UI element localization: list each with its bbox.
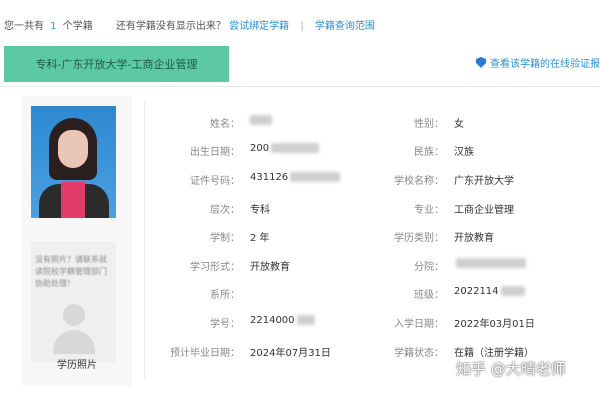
field-value-level: 专科 xyxy=(250,205,270,216)
watermark: 知乎 @大晴老师 xyxy=(456,360,566,378)
no-photo-message: 没有照片？请联系就读院校学籍管理部门协助处理！ xyxy=(35,255,107,288)
record-count: 1 xyxy=(50,21,57,32)
field-label-student-number: 学号： xyxy=(210,319,240,330)
field-value-school-name: 广东开放大学 xyxy=(454,176,514,187)
online-verification-label: 查看该学籍的在线验证报告 xyxy=(490,59,600,70)
field-label-ethnicity: 民族： xyxy=(414,147,444,158)
field-label-class: 班级： xyxy=(414,290,444,301)
topbar: 您一共有 1 个学籍 还有学籍没有显示出来？ 尝试绑定学籍 | 学籍查询范围 xyxy=(0,0,600,46)
field-label-level: 层次： xyxy=(210,205,240,216)
field-label-major: 专业： xyxy=(414,205,444,216)
topbar-separator: | xyxy=(300,21,304,32)
photo-panel: 没有照片？请联系就读院校学籍管理部门协助处理！ 学历照片 xyxy=(22,96,132,386)
record-count-suffix: 个学籍 xyxy=(62,21,93,32)
field-label-name: 姓名： xyxy=(210,119,240,130)
record-count-prefix: 您一共有 xyxy=(4,21,44,32)
avatar-placeholder-icon xyxy=(63,304,85,326)
field-value-id-number: 431126 xyxy=(250,172,341,183)
field-label-branch: 分院： xyxy=(414,262,444,273)
online-verification-link[interactable]: 查看该学籍的在线验证报告 xyxy=(476,55,600,70)
tab-record-label: 专科-广东开放大学-工商企业管理 xyxy=(35,58,198,71)
student-photo xyxy=(31,106,116,218)
field-label-expected-graduation: 预计毕业日期： xyxy=(170,348,240,359)
field-label-id-number: 证件号码： xyxy=(190,176,240,187)
field-value-birthdate: 200 xyxy=(250,143,320,154)
field-value-gender: 女 xyxy=(454,119,464,130)
field-label-enrollment-date: 入学日期： xyxy=(394,319,444,330)
query-range-link[interactable]: 学籍查询范围 xyxy=(315,21,375,32)
field-label-education-category: 学历类别： xyxy=(394,233,444,244)
field-label-status: 学籍状态： xyxy=(394,348,444,359)
field-label-study-mode: 学习形式： xyxy=(190,262,240,273)
missing-records-text: 还有学籍没有显示出来？ xyxy=(115,21,226,32)
bind-record-link[interactable]: 尝试绑定学籍 xyxy=(229,21,289,32)
field-value-expected-graduation: 2024年07月31日 xyxy=(250,348,331,359)
field-value-enrollment-date: 2022年03月01日 xyxy=(454,319,535,330)
photo-caption: 学历照片 xyxy=(57,360,97,371)
education-photo-placeholder: 没有照片？请联系就读院校学籍管理部门协助处理！ xyxy=(31,242,116,362)
field-label-gender: 性别： xyxy=(414,119,444,130)
field-value-name xyxy=(248,115,272,126)
field-value-major: 工商企业管理 xyxy=(454,205,514,216)
field-value-branch xyxy=(454,258,526,269)
field-value-education-category: 开放教育 xyxy=(454,233,494,244)
field-value-status: 在籍（注册学籍） xyxy=(454,348,534,359)
field-label-department: 系所： xyxy=(210,290,240,301)
header-divider xyxy=(0,86,600,87)
field-label-school-name: 学校名称： xyxy=(394,176,444,187)
field-value-duration: 2 年 xyxy=(250,233,270,244)
field-value-student-number: 2214000 xyxy=(250,315,315,326)
field-value-class: 2022114 xyxy=(454,286,525,297)
field-label-duration: 学制： xyxy=(210,233,240,244)
shield-icon xyxy=(476,57,486,68)
tab-record-selected[interactable]: 专科-广东开放大学-工商企业管理 xyxy=(4,46,229,82)
field-label-birthdate: 出生日期： xyxy=(190,147,240,158)
field-value-study-mode: 开放教育 xyxy=(250,262,290,273)
field-value-ethnicity: 汉族 xyxy=(454,147,474,158)
